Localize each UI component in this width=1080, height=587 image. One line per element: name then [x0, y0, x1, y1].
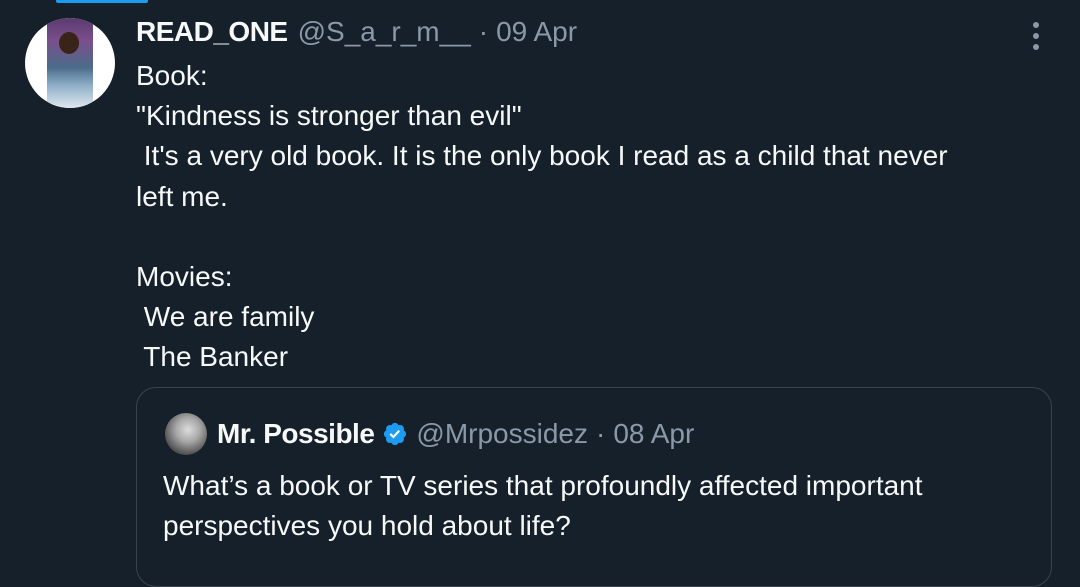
tweet-date[interactable]: 09 Apr	[496, 16, 577, 48]
verified-badge-icon	[384, 422, 407, 446]
quoted-tweet-header: Mr. Possible @Mrpossidez · 08 Apr	[165, 412, 694, 456]
display-name[interactable]: READ_ONE	[136, 16, 288, 48]
quoted-tweet[interactable]: Mr. Possible @Mrpossidez · 08 Apr What’s…	[136, 387, 1052, 587]
more-vertical-icon-dot	[1033, 44, 1039, 50]
quoted-tweet-text-line: perspectives you hold about life?	[163, 510, 571, 541]
separator-dot: ·	[478, 16, 489, 47]
quoted-tweet-date[interactable]: 08 Apr	[613, 418, 694, 450]
tweet[interactable]: READ_ONE @S_a_r_m__ · 09 Apr Book: "Kind…	[0, 0, 1080, 587]
tweet-text-line: left me.	[136, 180, 228, 212]
quoted-user-handle[interactable]: @Mrpossidez	[416, 418, 588, 450]
more-vertical-icon-dot	[1033, 33, 1039, 39]
user-handle[interactable]: @S_a_r_m__	[298, 16, 471, 48]
avatar[interactable]	[25, 18, 115, 108]
tweet-text-line: "Kindness is stronger than evil"	[136, 100, 522, 132]
quoted-avatar[interactable]	[165, 413, 207, 455]
separator-dot: ·	[596, 418, 606, 449]
more-vertical-icon	[1033, 22, 1039, 28]
tweet-text-line	[136, 217, 1056, 257]
tweet-text-line: Movies:	[136, 260, 233, 292]
tweet-header: READ_ONE @S_a_r_m__ · 09 Apr	[136, 14, 577, 50]
tweet-text-line: The Banker	[136, 341, 289, 373]
quoted-tweet-text-line: What’s a book or TV series that profound…	[163, 470, 923, 501]
tweet-text-line: Book:	[136, 60, 208, 91]
avatar-photo	[47, 18, 93, 108]
quoted-display-name[interactable]: Mr. Possible	[217, 418, 375, 450]
quoted-tweet-text: What’s a book or TV series that profound…	[163, 466, 1043, 546]
tweet-text: Book: "Kindness is stronger than evil" I…	[136, 56, 1056, 378]
more-options-button[interactable]	[1022, 20, 1050, 52]
tweet-text-line: We are family	[136, 301, 315, 333]
tweet-text-line: It's a very old book. It is the only boo…	[136, 140, 948, 172]
